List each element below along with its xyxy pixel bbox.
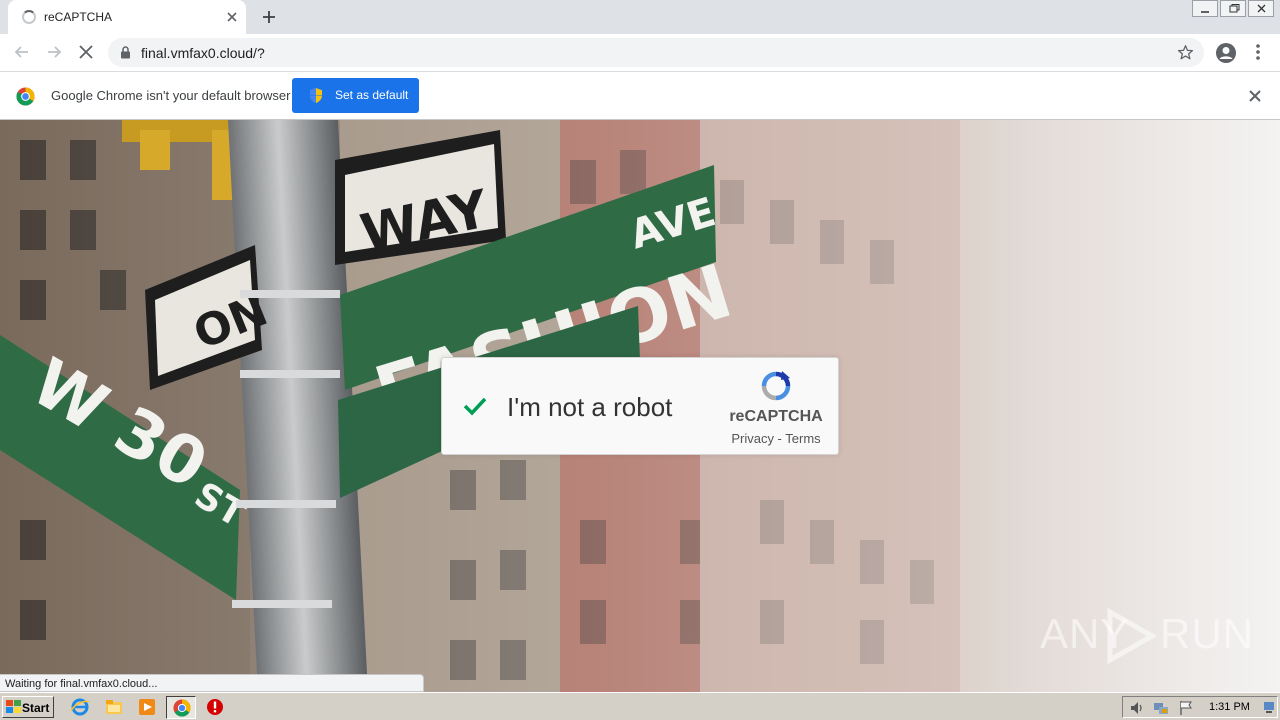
tab-title: reCAPTCHA [44,10,113,24]
infobar-close-icon[interactable] [1248,89,1262,108]
restore-icon[interactable] [1220,0,1246,17]
start-button[interactable]: Start [2,696,54,718]
infobar-message: Google Chrome isn't your default browser [51,88,291,103]
windows-taskbar: Start 1:31 PM [0,692,1280,720]
show-desktop-icon[interactable] [1263,700,1275,719]
set-as-default-label: Set as default [335,88,409,102]
privacy-terms-links[interactable]: Privacy - Terms [728,431,824,446]
network-icon[interactable] [1153,700,1169,720]
set-as-default-button[interactable]: Set as default [292,78,419,113]
start-label: Start [22,701,50,715]
system-tray: 1:31 PM [1122,696,1278,718]
taskbar-clock[interactable]: 1:31 PM [1209,701,1250,713]
action-center-flag-icon[interactable] [1179,700,1193,720]
media-player-icon[interactable] [137,697,157,717]
shield-icon [308,87,324,107]
tab-strip: reCAPTCHA [0,0,1280,34]
default-browser-infobar: Google Chrome isn't your default browser… [0,71,1280,120]
profile-icon[interactable] [1215,42,1237,69]
captcha-checkmark-icon[interactable] [461,394,489,423]
url-text[interactable]: final.vmfax0.cloud/? [141,45,265,61]
back-icon[interactable] [12,42,32,62]
stop-sign-app-icon[interactable] [205,697,225,717]
windows-flag-icon [6,700,21,717]
browser-toolbar: final.vmfax0.cloud/? [0,34,1280,71]
menu-kebab-icon[interactable] [1253,43,1263,66]
stop-loading-icon[interactable] [76,42,96,62]
chrome-logo-icon [16,87,35,111]
chrome-taskbar-icon [173,699,191,717]
lock-icon[interactable] [120,46,131,64]
bookmark-star-icon[interactable] [1177,44,1194,66]
tab-close-icon[interactable] [224,9,240,25]
volume-icon[interactable] [1129,700,1145,720]
recaptcha-widget: I'm not a robot reCAPTCHA Privacy - Term… [441,357,839,455]
forward-icon[interactable] [44,42,64,62]
internet-explorer-icon[interactable] [70,697,90,717]
new-tab-icon[interactable] [260,8,278,26]
page-content: WAY ON FASHION AVE W 30 ST I'm not a rob… [0,120,1280,692]
tab-recaptcha[interactable]: reCAPTCHA [8,0,246,34]
file-explorer-icon[interactable] [104,697,124,717]
watermark-play-icon [1104,607,1158,669]
captcha-label[interactable]: I'm not a robot [507,392,672,423]
address-bar[interactable]: final.vmfax0.cloud/? [108,38,1204,67]
minimize-icon[interactable] [1192,0,1218,17]
window-controls [1190,0,1274,18]
loading-spinner-icon [22,10,36,24]
recaptcha-brand: reCAPTCHA [729,408,823,425]
recaptcha-logo-icon [760,370,792,407]
status-bubble: Waiting for final.vmfax0.cloud... [0,674,424,692]
taskbar-chrome-button[interactable] [166,696,196,719]
watermark-right: RUN [1160,610,1254,657]
close-window-icon[interactable] [1248,0,1274,17]
